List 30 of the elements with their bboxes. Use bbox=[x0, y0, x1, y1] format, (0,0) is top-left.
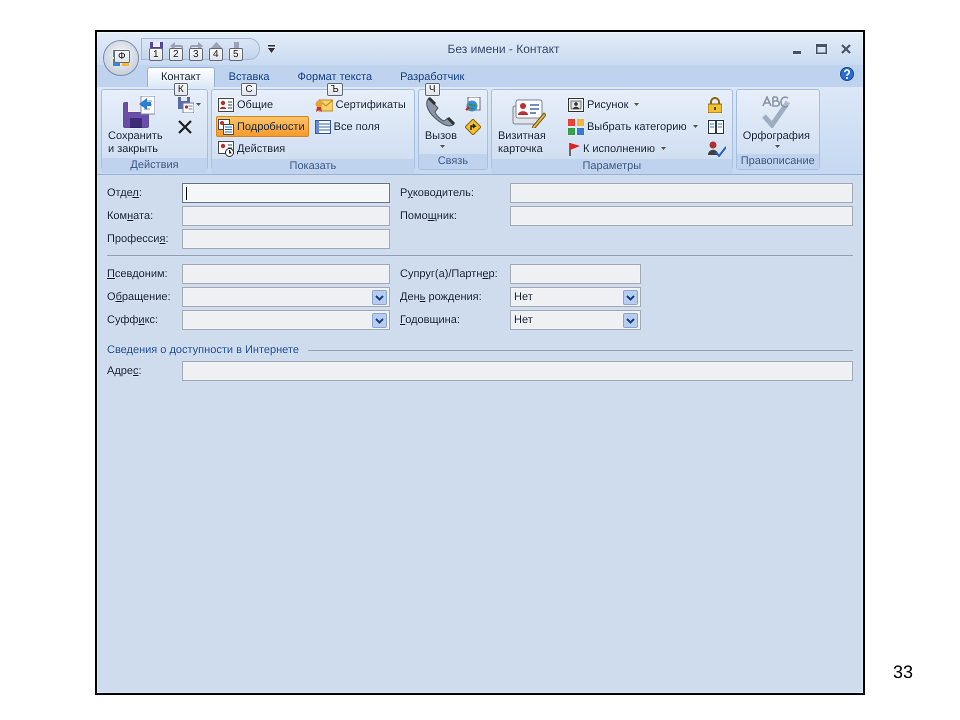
window-title: Без имени - Контакт bbox=[446, 42, 560, 56]
section-heading: Сведения о доступности в Интернете bbox=[107, 344, 299, 356]
slide-number: 33 bbox=[893, 662, 914, 683]
keytip-tooltip: 5 bbox=[229, 48, 243, 61]
keytip-tooltip: 4 bbox=[209, 48, 223, 61]
field-label: Обращение: bbox=[107, 291, 172, 303]
field-label: Адрес: bbox=[107, 365, 143, 377]
keytip-tooltip: Ф bbox=[114, 50, 130, 62]
keytip-tooltip: 1 bbox=[149, 48, 163, 61]
group-label: Связь bbox=[418, 154, 487, 169]
group-label: Параметры bbox=[492, 159, 732, 174]
keytip-tooltip: Ъ bbox=[326, 83, 343, 96]
field-label: Суффикс: bbox=[107, 314, 160, 326]
field-label: Помощник: bbox=[400, 210, 458, 222]
keytip-tooltip: Ч bbox=[424, 83, 440, 96]
group-label: Действия bbox=[102, 158, 207, 173]
field-label: День рождения: bbox=[400, 291, 483, 303]
field-label: Псевдоним: bbox=[107, 268, 169, 280]
keytip-tooltip: 3 bbox=[189, 48, 203, 61]
group-label: Правописание bbox=[736, 154, 819, 169]
field-label: Годовщина: bbox=[400, 314, 461, 326]
keytip-tooltip: 2 bbox=[169, 48, 183, 61]
field-label: Супруг(а)/Партнер: bbox=[400, 268, 499, 280]
field-label: Комната: bbox=[107, 210, 154, 222]
group-label: Показать bbox=[212, 159, 414, 174]
field-label: Отдел: bbox=[107, 187, 143, 199]
field-label: Руководитель: bbox=[400, 187, 475, 199]
keytip-tooltip: К bbox=[174, 83, 188, 96]
keytip-tooltip: С bbox=[241, 83, 257, 96]
field-label: Профессия: bbox=[107, 233, 170, 245]
